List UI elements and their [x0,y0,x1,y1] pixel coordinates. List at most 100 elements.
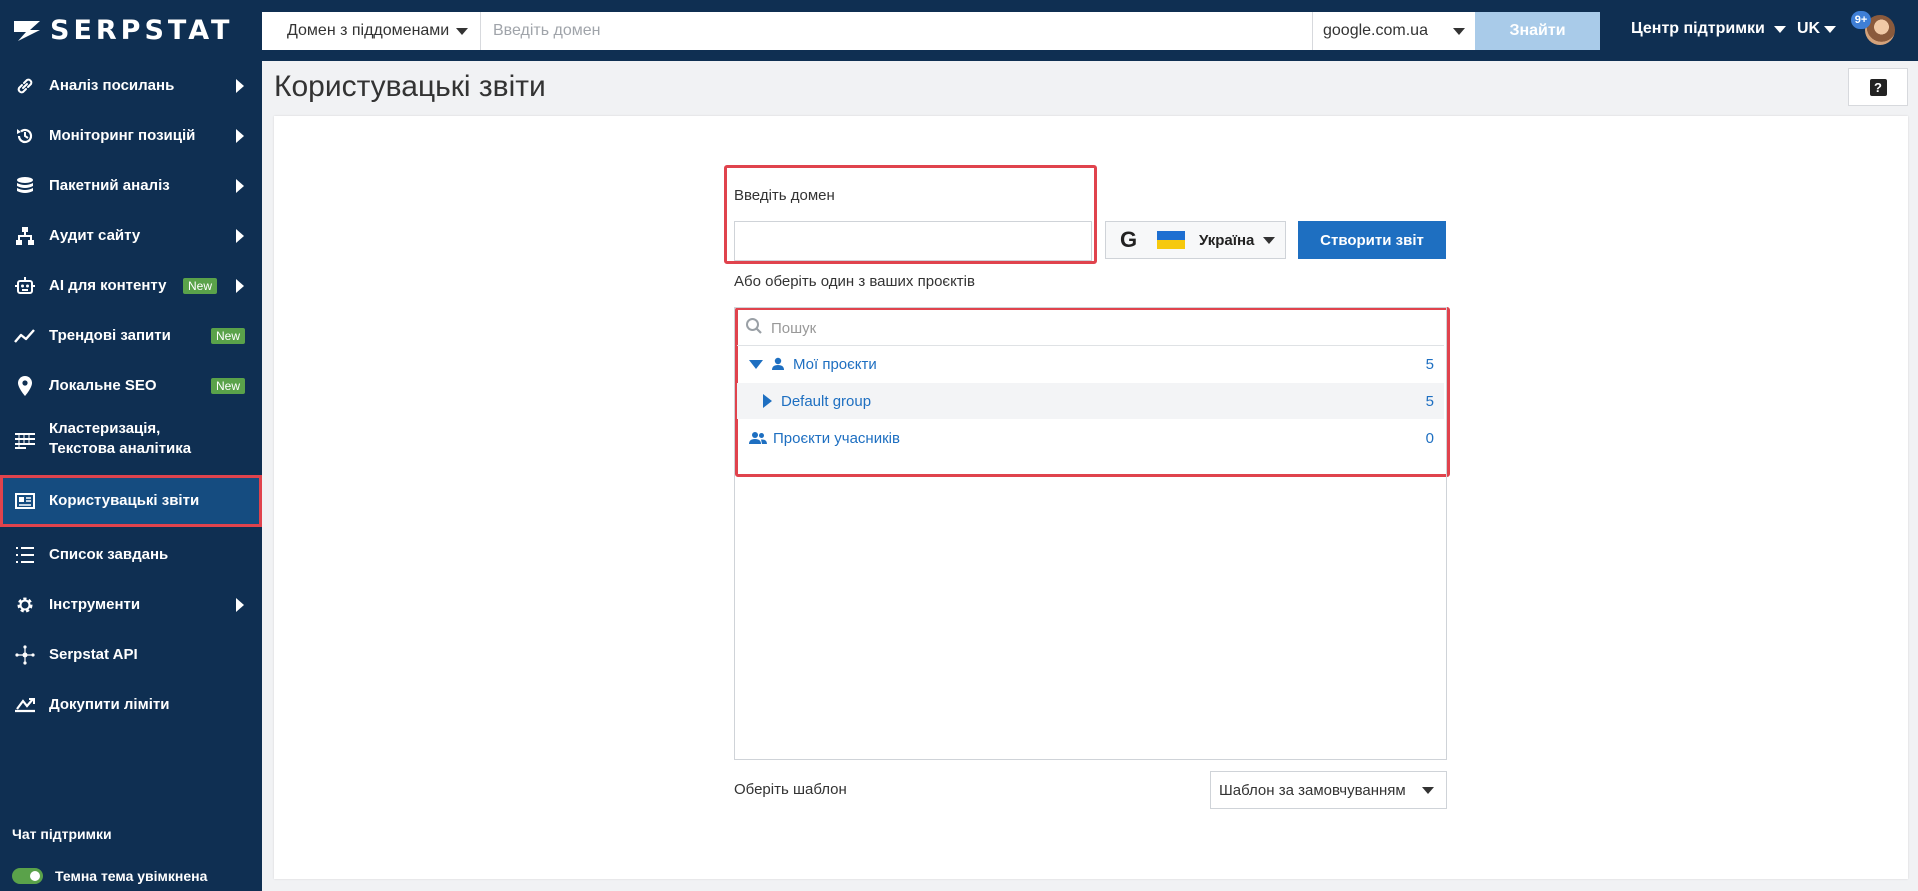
chevron-right-icon [236,598,244,612]
notifications-badge[interactable]: 9+ [1851,11,1871,29]
help-icon: ? [1869,78,1887,96]
page-title: Користувацькі звіти [274,70,546,103]
sidebar-item-clustering[interactable]: Кластеризація, Текстова аналітика [0,411,262,471]
database-icon [14,175,36,197]
sidebar: Аналіз посилань Моніторинг позицій Пакет… [0,61,262,891]
sidebar-item-custom-reports[interactable]: Користувацькі звіти [0,475,262,527]
sidebar-item-local-seo[interactable]: Локальне SEO New [0,361,262,411]
support-center-label: Центр підтримки [1631,20,1765,37]
tree-node-count: 0 [1425,429,1434,447]
template-select[interactable]: Шаблон за замовчуванням [1210,771,1447,809]
project-search-input[interactable] [763,313,1443,343]
sidebar-item-serpstat-api[interactable]: Serpstat API [0,630,262,680]
chevron-right-icon [236,79,244,93]
sidebar-item-label: AI для контенту [49,277,167,294]
tree-node-count: 5 [1425,392,1434,410]
project-search [745,311,1443,345]
search-engine-label: google.com.ua [1323,22,1428,39]
map-pin-icon [14,375,36,397]
sidebar-item-label: Кластеризація, Текстова аналітика [49,419,191,459]
sidebar-item-ai-content[interactable]: AI для контенту New [0,261,262,311]
sidebar-item-label: Аудит сайту [49,227,141,244]
sidebar-item-label: Локальне SEO [49,377,157,394]
sitemap-icon [14,225,36,247]
history-icon [14,125,36,147]
chevron-down-icon [1824,25,1837,33]
chevron-down-icon [1453,27,1465,35]
tree-node-count: 5 [1425,355,1434,373]
serpstat-logo-icon [14,21,40,41]
tree-node-label: Default group [781,392,872,410]
sidebar-item-label: Докупити ліміти [49,696,170,713]
tree-node-member-projects[interactable]: Проєкти учасників 0 [737,420,1444,456]
serpstat-logo[interactable]: SERPSTAT [12,17,233,45]
sidebar-item-label: Аналіз посилань [49,77,175,94]
global-domain-input[interactable] [481,12,1312,50]
sidebar-item-buy-limits[interactable]: Докупити ліміти [0,680,262,730]
report-domain-input[interactable] [734,221,1092,261]
sidebar-item-label: Користувацькі звіти [49,492,200,509]
or-pick-project-label: Або оберіть один з ваших проєктів [734,273,975,290]
chevron-down-icon [1263,236,1275,244]
chevron-down-icon [1773,25,1786,33]
sidebar-item-task-list[interactable]: Список завдань [0,530,262,580]
sidebar-item-label: Моніторинг позицій [49,127,196,144]
template-select-label: Шаблон за замовчуванням [1219,781,1406,799]
help-button[interactable]: ? [1848,68,1908,106]
scope-select-label: Домен з піддоменами [287,22,450,39]
new-badge: New [211,328,246,344]
new-badge: New [183,278,218,294]
limits-icon [14,694,36,716]
region-select[interactable]: G Україна [1105,221,1286,259]
sidebar-item-position-monitoring[interactable]: Моніторинг позицій [0,111,262,161]
ukraine-flag-icon [1157,231,1185,249]
sidebar-item-label-line1: Кластеризація, [49,420,161,437]
dark-theme-label: Темна тема увімкнена [55,868,208,884]
sidebar-item-trending-queries[interactable]: Трендові запити New [0,311,262,361]
chevron-right-icon [236,229,244,243]
global-search-bar: Домен з піддоменами google.com.ua Знайти [262,12,1600,50]
region-label: Україна [1199,231,1255,249]
caret-right-icon[interactable] [763,394,772,408]
chevron-right-icon [236,129,244,143]
sidebar-item-label: Serpstat API [49,646,138,663]
search-engine-select[interactable]: google.com.ua [1312,12,1475,50]
sidebar-item-label-line2: Текстова аналітика [49,440,192,457]
create-report-button[interactable]: Створити звіт [1298,221,1446,259]
chevron-right-icon [236,179,244,193]
caret-down-icon[interactable] [749,359,763,369]
sidebar-item-label: Інструменти [49,596,141,613]
dark-theme-toggle[interactable]: Темна тема увімкнена [12,868,207,884]
sidebar-item-link-analysis[interactable]: Аналіз посилань [0,61,262,111]
tree-node-default-group[interactable]: Default group 5 [737,383,1444,419]
tree-node-my-projects[interactable]: Мої проєкти 5 [737,346,1444,382]
sidebar-item-site-audit[interactable]: Аудит сайту [0,211,262,261]
google-icon: G [1120,227,1138,252]
language-label: UK [1797,20,1821,37]
chevron-down-icon [1422,786,1434,794]
top-bar: SERPSTAT Домен з піддоменами google.com.… [0,0,1918,61]
tree-node-label: Проєкти учасників [773,429,900,447]
list-icon [14,544,36,566]
toggle-switch[interactable] [12,868,43,884]
support-center-menu[interactable]: Центр підтримки [1631,20,1786,38]
gear-icon [14,594,36,616]
trend-icon [14,325,36,347]
chevron-right-icon [236,279,244,293]
link-icon [14,75,36,97]
report-icon [14,490,36,512]
sidebar-item-label: Трендові запити [49,327,171,344]
sidebar-item-label: Пакетний аналіз [49,177,170,194]
template-label: Оберіть шаблон [734,781,847,798]
find-button[interactable]: Знайти [1475,12,1600,50]
tree-node-label: Мої проєкти [793,355,877,373]
search-icon [745,317,763,340]
language-select[interactable]: UK [1797,20,1837,38]
new-badge: New [211,378,246,394]
api-icon [14,644,36,666]
domain-field-label: Введіть домен [734,187,835,204]
sidebar-item-tools[interactable]: Інструменти [0,580,262,630]
clustering-icon [14,430,36,452]
scope-select[interactable]: Домен з піддоменами [262,12,481,50]
sidebar-item-batch-analysis[interactable]: Пакетний аналіз [0,161,262,211]
